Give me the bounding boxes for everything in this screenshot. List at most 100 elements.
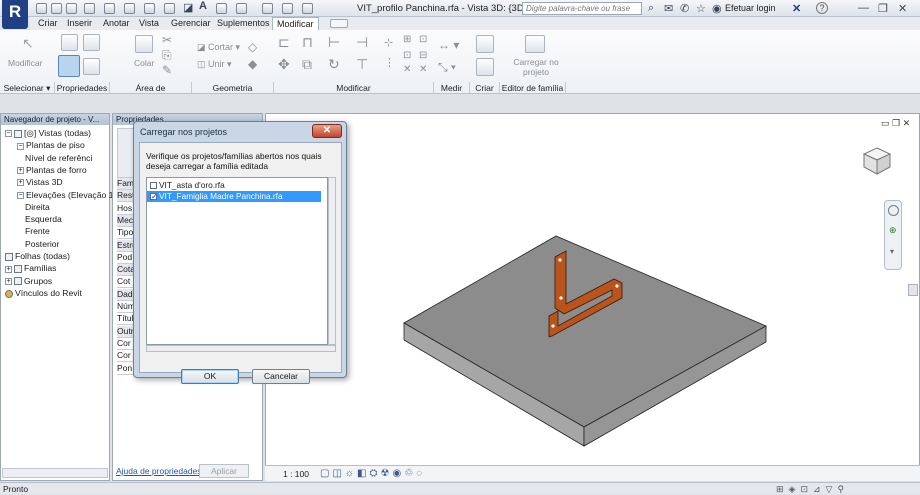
copy-element-icon[interactable]: ⧉ <box>302 56 312 73</box>
thin-lines-icon[interactable] <box>262 3 273 14</box>
redo-icon[interactable] <box>104 3 115 14</box>
view-scrollbar-thumb[interactable] <box>908 284 918 296</box>
match-properties-icon[interactable]: ✎ <box>162 63 172 77</box>
paste-button[interactable]: Colar <box>127 33 161 77</box>
collapse-icon[interactable]: − <box>5 130 12 138</box>
tab-vista[interactable]: Vista <box>135 17 163 30</box>
join-geometry-button[interactable]: ◫ Unir ▾ <box>197 59 232 70</box>
section-icon[interactable] <box>236 3 247 14</box>
browser-tree-item[interactable]: + Plantas de forro <box>17 165 87 175</box>
aligned-dimension-icon[interactable]: ⤡ ▾ <box>438 60 456 75</box>
create-similar-icon[interactable] <box>476 58 494 76</box>
browser-tree-item[interactable]: + Famílias <box>5 263 56 273</box>
favorites-star-icon[interactable]: ☆ <box>696 2 706 15</box>
tab-suplementos[interactable]: Suplementos <box>213 17 274 30</box>
properties-palette-icon[interactable] <box>58 55 80 77</box>
binoculars-icon[interactable]: ⌕ <box>648 2 654 15</box>
browser-tree-item[interactable]: Esquerda <box>25 214 62 224</box>
property-row[interactable]: Hos <box>117 202 134 215</box>
browser-tree-item[interactable]: Vínculos do Revit <box>5 288 82 298</box>
browser-tree-item[interactable]: Nível de referênci <box>25 153 92 163</box>
search-input[interactable]: Digite palavra-chave ou frase <box>522 2 642 15</box>
ok-button[interactable]: OK <box>181 369 239 384</box>
expand-icon[interactable]: + <box>5 277 12 285</box>
browser-tree-item[interactable]: Folhas (todas) <box>5 251 70 261</box>
print-icon[interactable] <box>124 3 135 14</box>
split-icon[interactable]: ⊹ <box>384 36 393 49</box>
view-window-controls[interactable]: ▭ ❐ ✕ <box>881 118 910 129</box>
delete-icon[interactable]: ✕ <box>403 64 411 75</box>
tab-anotar[interactable]: Anotar <box>99 17 134 30</box>
browser-tree-item[interactable]: + Vistas 3D <box>17 177 63 187</box>
minimize-icon[interactable]: — <box>858 2 869 14</box>
apply-button[interactable]: Aplicar <box>199 464 249 478</box>
text-icon[interactable]: A <box>199 0 207 12</box>
property-row[interactable]: Estru <box>117 239 134 252</box>
browser-tree-item[interactable]: Direita <box>25 202 50 212</box>
browser-tree-item[interactable]: Frente <box>25 226 50 236</box>
property-row[interactable]: Fami <box>117 178 134 190</box>
align-icon[interactable]: ⊏ <box>278 34 290 51</box>
browser-tree-item[interactable]: − [◎] Vistas (todas) <box>5 128 91 139</box>
communication-icon[interactable]: ✆ <box>680 2 689 15</box>
scale-icon[interactable]: ⊞ <box>403 34 411 45</box>
project-checkbox[interactable] <box>150 182 157 189</box>
offset-icon[interactable]: ⊓ <box>302 34 313 51</box>
maximize-icon[interactable]: ❐ <box>878 2 888 15</box>
type-selector[interactable] <box>117 128 134 178</box>
ribbon-minimize-toggle[interactable] <box>330 19 348 28</box>
steering-wheel-icon[interactable] <box>888 205 899 216</box>
help-icon[interactable]: ? <box>816 2 828 14</box>
zoom-icon[interactable]: ⊕ <box>889 225 897 236</box>
tab-modificar[interactable]: Modificar <box>272 17 319 30</box>
expand-icon[interactable]: + <box>17 179 24 187</box>
property-row[interactable]: Restr <box>117 190 134 203</box>
property-row[interactable]: Cor <box>117 350 134 363</box>
tag-icon[interactable]: ◪ <box>183 1 193 14</box>
property-row[interactable]: Cor <box>117 337 134 350</box>
project-list-item[interactable]: VIT_Famiglia Madre Panchina.rfa <box>147 191 321 202</box>
split-gap-icon[interactable]: ⊟ <box>419 50 427 61</box>
status-icons[interactable]: ⊞◈⊡⊿▽⚲ <box>776 483 849 495</box>
cut-icon[interactable]: ✂ <box>162 33 172 47</box>
create-group-icon[interactable] <box>476 35 494 53</box>
zoom-dropdown-icon[interactable]: ▾ <box>890 247 894 256</box>
undo-icon[interactable] <box>84 3 95 14</box>
group-selecionar[interactable]: Selecionar ▾ <box>0 82 55 94</box>
family-types-icon[interactable] <box>83 58 100 75</box>
delete-element-icon[interactable]: ✕ <box>419 64 427 75</box>
property-row[interactable]: Pon <box>117 362 134 375</box>
view-control-icons[interactable]: ▢◫☼◧⛭☢◉♲◌ <box>320 468 425 479</box>
project-checkbox[interactable] <box>150 191 158 202</box>
mirror-draw-icon[interactable]: ⊣ <box>356 34 368 51</box>
browser-tree-item[interactable]: + Grupos <box>5 276 52 286</box>
close-hidden-icon[interactable] <box>282 3 293 14</box>
property-row[interactable]: Outr <box>117 325 134 338</box>
3d-view-icon[interactable] <box>216 3 227 14</box>
property-row[interactable]: Pod <box>117 251 134 264</box>
cut-geometry-button[interactable]: ◪ Cortar ▾ <box>197 42 240 53</box>
browser-tree-item[interactable]: Posterior <box>25 239 59 249</box>
list-hscrollbar[interactable] <box>146 345 336 352</box>
property-row[interactable]: Meca <box>117 214 134 227</box>
tab-inserir[interactable]: Inserir <box>63 17 96 30</box>
login-label[interactable]: Efetuar login <box>725 3 776 13</box>
collapse-icon[interactable]: − <box>17 142 24 150</box>
unpin-icon[interactable]: ⊡ <box>419 34 427 45</box>
list-vscrollbar[interactable] <box>328 177 336 345</box>
view-scale[interactable]: 1 : 100 <box>283 469 309 479</box>
property-row[interactable]: Núm <box>117 301 134 313</box>
open-icon[interactable] <box>36 3 47 14</box>
measure-icon[interactable] <box>144 3 155 14</box>
modify-tool-button[interactable]: ↖ Modificar <box>8 33 48 77</box>
expand-icon[interactable]: + <box>5 265 12 273</box>
copy-icon[interactable]: ⎘ <box>162 48 172 63</box>
properties-icon[interactable] <box>61 34 78 51</box>
user-icon[interactable]: ◉ <box>712 2 722 15</box>
browser-tree-item[interactable]: − Elevações (Elevação 1 <box>17 190 113 200</box>
browser-tree-item[interactable]: − Plantas de piso <box>17 140 85 150</box>
browser-hscrollbar[interactable] <box>2 468 108 478</box>
property-row[interactable]: Cota <box>117 264 134 277</box>
tab-gerenciar[interactable]: Gerenciar <box>167 17 215 30</box>
array-icon[interactable]: ⋮ <box>384 56 395 69</box>
